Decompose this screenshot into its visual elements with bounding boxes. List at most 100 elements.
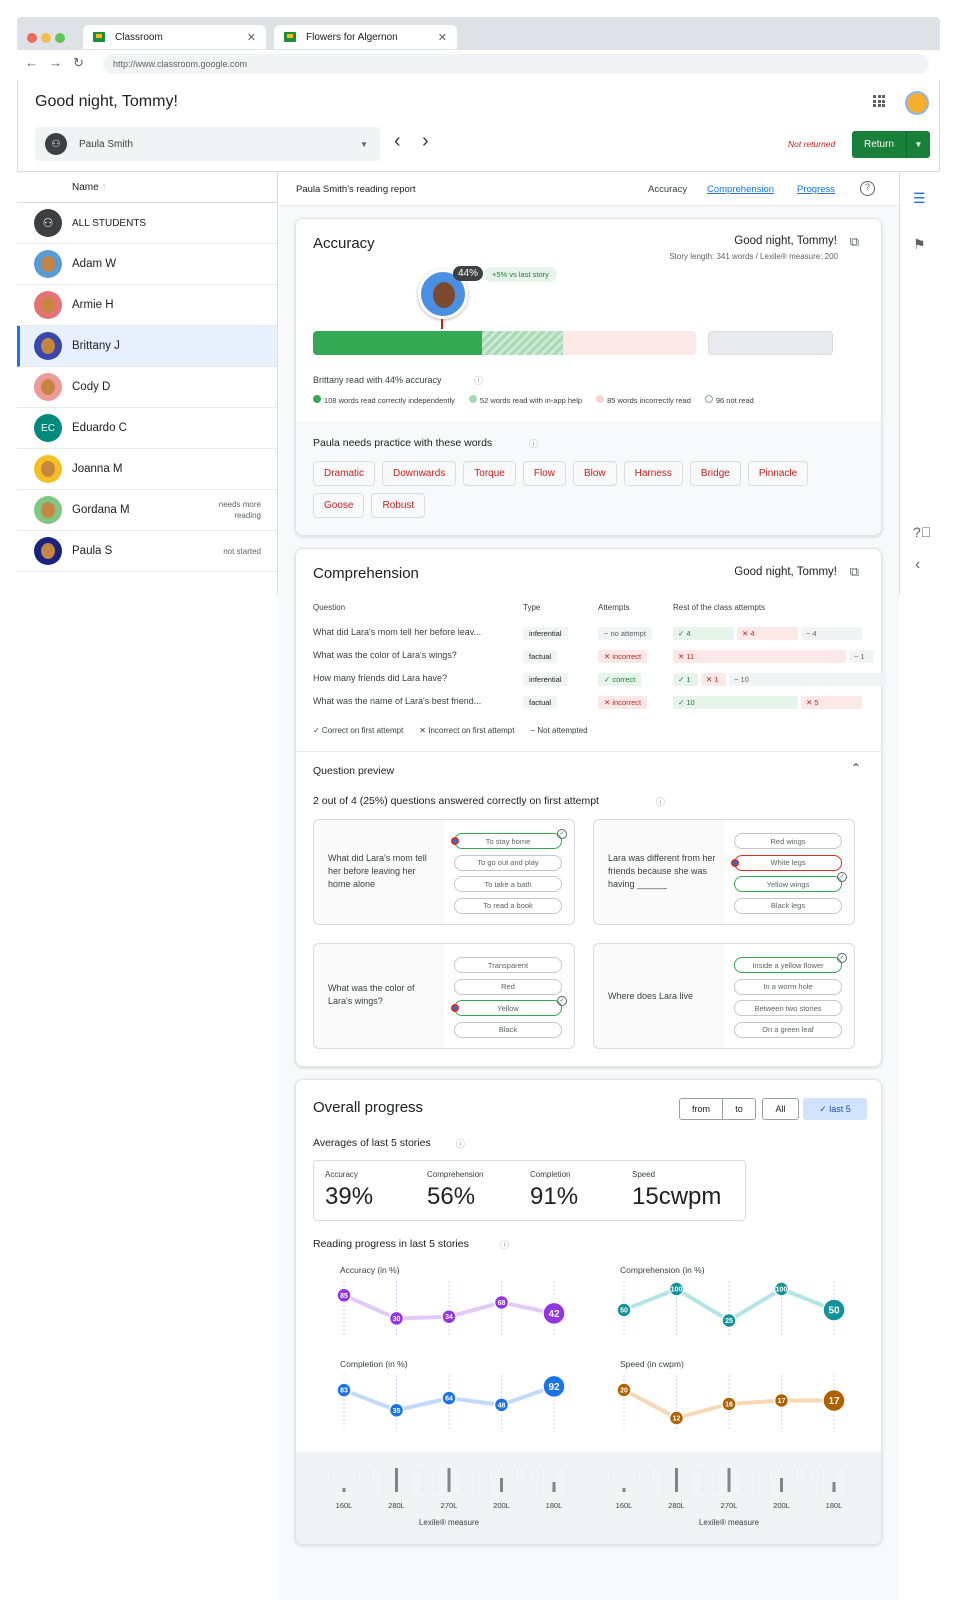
previous-student-icon[interactable]: ‹: [394, 130, 401, 153]
minimize-window-icon[interactable]: [41, 33, 51, 43]
help-icon[interactable]: ?: [860, 181, 875, 196]
student-avatar: [34, 496, 62, 524]
question-text: How many friends did Lara have?: [313, 673, 448, 683]
practice-word-chip[interactable]: Dramatic: [313, 461, 376, 486]
info-icon[interactable]: ⓘ: [500, 1238, 509, 1251]
practice-word-chip[interactable]: Robust: [371, 493, 426, 518]
list-item-student[interactable]: Armie H: [17, 285, 277, 326]
collapse-preview-icon[interactable]: ⌃: [851, 761, 861, 775]
student-avatar: [34, 537, 62, 565]
lexile-bar: [342, 1488, 346, 1492]
practice-word-chip[interactable]: Blow: [572, 461, 617, 486]
close-tab-icon[interactable]: ✕: [438, 31, 447, 44]
student-note: needs more reading: [218, 500, 261, 520]
question-preview-card[interactable]: Where does Lara live Inside a yellow flow…: [593, 943, 855, 1049]
to-field[interactable]: to: [723, 1099, 755, 1119]
practice-word-chip[interactable]: Flow: [522, 461, 566, 486]
open-external-icon[interactable]: ⧉: [850, 564, 859, 580]
practice-word-chip[interactable]: Downwards: [382, 461, 457, 486]
lexile-bar: [727, 1468, 731, 1492]
from-field[interactable]: from: [680, 1099, 723, 1119]
list-item-student[interactable]: Joanna M: [17, 449, 277, 490]
info-icon[interactable]: ⓘ: [529, 437, 538, 450]
practice-word-chip[interactable]: Torque: [463, 461, 516, 486]
group-icon: ⚇: [45, 133, 67, 155]
filter-last5-button[interactable]: ✓ last 5: [803, 1098, 867, 1120]
feedback-icon[interactable]: ⚑: [913, 236, 926, 253]
back-icon[interactable]: ←: [25, 55, 38, 70]
close-tab-icon[interactable]: ✕: [247, 31, 256, 44]
browser-tab-classroom[interactable]: Classroom ✕: [83, 25, 266, 49]
attempt-badge: − no attempt: [598, 627, 652, 640]
reload-icon[interactable]: ↻: [73, 55, 84, 71]
list-item-student[interactable]: Paula S not started: [17, 531, 277, 572]
list-item-student[interactable]: EC Eduardo C: [17, 408, 277, 449]
collapse-icon[interactable]: ‹: [915, 556, 920, 574]
selected-answer-marker: [451, 837, 459, 845]
dropdown-arrow-icon: ▼: [360, 139, 368, 149]
reading-progress-title: Reading progress in last 5 stories: [313, 1238, 469, 1250]
tab-comprehension[interactable]: Comprehension: [707, 184, 774, 195]
url-field[interactable]: http://www.classroom.google.com: [103, 54, 929, 74]
class-attempt-segment: − 10: [729, 673, 886, 686]
report-icon[interactable]: ☰: [913, 190, 926, 207]
filter-all-button[interactable]: All: [762, 1098, 799, 1120]
date-range[interactable]: from to: [679, 1098, 756, 1120]
question-preview-card[interactable]: What was the color of Lara's wings? Trans…: [313, 943, 575, 1049]
tab-accuracy[interactable]: Accuracy: [648, 184, 687, 195]
lexile-tick-label: 280L: [388, 1501, 405, 1510]
student-select[interactable]: ⚇ Paula Smith ▼: [35, 127, 380, 161]
info-icon[interactable]: ⓘ: [474, 374, 483, 387]
class-attempt-segment: ✕ 5: [801, 696, 862, 709]
student-name: Joanna M: [72, 463, 123, 475]
data-label: 83: [340, 1388, 348, 1395]
answer-option: Red: [454, 978, 562, 995]
list-item-student[interactable]: Brittany J: [17, 326, 277, 367]
student-name: Armie H: [72, 299, 114, 311]
data-label: 16: [725, 1402, 733, 1409]
list-item-student[interactable]: Gordana M needs more reading: [17, 490, 277, 531]
data-label: 42: [548, 1309, 560, 1320]
return-menu-icon[interactable]: ▼: [906, 131, 930, 158]
face-shape: [41, 338, 55, 354]
correct-answer-icon: ✓: [837, 872, 847, 882]
user-avatar[interactable]: [905, 91, 929, 115]
legend-correct: ✓ Correct on first attempt: [313, 726, 404, 735]
list-item-all-students[interactable]: ⚇ ALL STUDENTS: [17, 203, 277, 244]
practice-word-chip[interactable]: Goose: [313, 493, 365, 518]
help-icon[interactable]: ?⃝: [913, 524, 931, 540]
comprehension-card: Comprehension Good night, Tommy! ⧉ Quest…: [295, 548, 886, 1067]
sort-up-icon[interactable]: ↑: [101, 182, 106, 193]
bar-segment-helped: [481, 331, 564, 355]
maximize-window-icon[interactable]: [55, 33, 65, 43]
data-label: 20: [620, 1388, 628, 1395]
legend-helped: 52 words read with in-app help: [468, 395, 582, 405]
return-button[interactable]: Return ▼: [852, 131, 930, 158]
apps-grid-icon[interactable]: [873, 95, 885, 107]
forward-icon[interactable]: →: [49, 55, 62, 70]
next-student-icon[interactable]: ›: [422, 130, 429, 153]
question-text: What did Lara's mom tell her before leav…: [328, 853, 427, 889]
average-label: Comprehension: [427, 1170, 484, 1179]
question-preview-card[interactable]: What did Lara's mom tell her before leav…: [313, 819, 575, 925]
data-label: 17: [778, 1398, 786, 1405]
info-icon[interactable]: ⓘ: [656, 795, 665, 808]
list-item-student[interactable]: Cody D: [17, 367, 277, 408]
lexile-bar: [780, 1478, 783, 1492]
question-preview-card[interactable]: Lara was different from her friends beca…: [593, 819, 855, 925]
legend-swatch: [704, 395, 713, 403]
list-item-student[interactable]: Adam W: [17, 244, 277, 285]
close-window-icon[interactable]: [27, 33, 37, 43]
practice-word-chip[interactable]: Harness: [623, 461, 683, 486]
lexile-tick-label: 180L: [546, 1501, 563, 1510]
student-name: Brittany J: [72, 340, 120, 352]
col-question: Question: [313, 603, 346, 612]
tab-progress[interactable]: Progress: [797, 184, 835, 195]
roster-header[interactable]: Name ↑: [17, 172, 277, 203]
practice-word-chip[interactable]: Bridge: [689, 461, 741, 486]
practice-word-chip[interactable]: Pinnacle: [747, 461, 809, 486]
browser-tab-story[interactable]: Flowers for Algernon ✕: [274, 25, 457, 49]
data-label: 50: [828, 1306, 840, 1317]
info-icon[interactable]: ⓘ: [456, 1137, 465, 1150]
open-external-icon[interactable]: ⧉: [850, 234, 859, 250]
